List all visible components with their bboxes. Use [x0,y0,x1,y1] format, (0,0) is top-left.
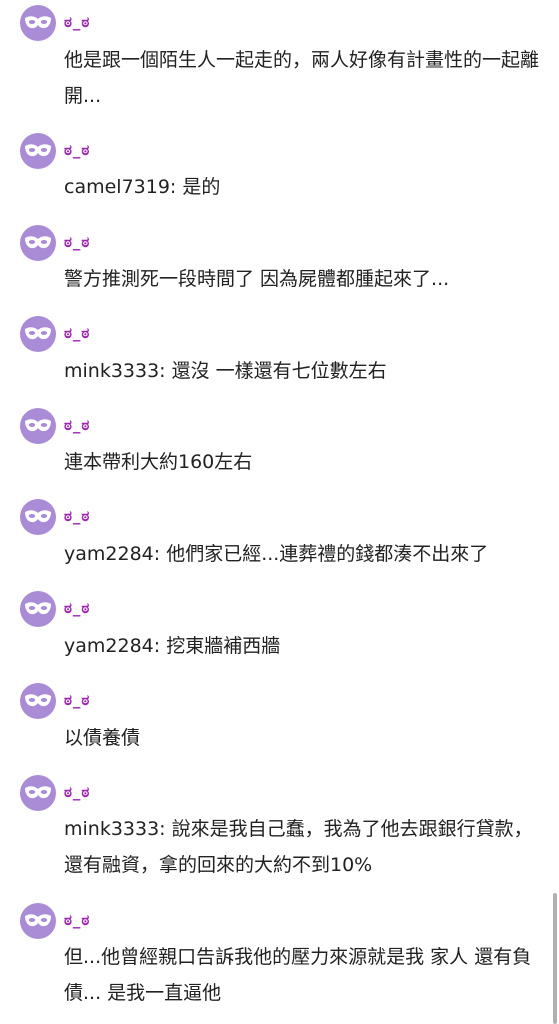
username[interactable]: ಠ_ಠ [64,910,90,930]
avatar[interactable] [20,133,56,169]
mask-icon [25,602,51,615]
username[interactable]: ಠ_ಠ [64,12,90,32]
comment-text: yam2284: 他們家已經...連葬禮的錢都湊不出來了 [64,543,489,565]
username[interactable]: ಠ_ಠ [64,598,90,618]
comment-text: 但...他曾經親口告訴我他的壓力來源就是我 家人 還有負債... 是我一直逼他 [64,946,532,1004]
avatar[interactable] [20,591,56,627]
username[interactable]: ಠ_ಠ [64,232,90,252]
comment-text: 警方推測死一段時間了 因為屍體都腫起來了... [64,268,450,290]
mask-icon [25,236,51,249]
avatar[interactable] [20,903,56,939]
username[interactable]: ಠ_ಠ [64,506,90,526]
comment-text: mink3333: 還沒 一樣還有七位數左右 [64,360,387,382]
avatar[interactable] [20,683,56,719]
mask-icon [25,16,51,29]
avatar[interactable] [20,775,56,811]
username[interactable]: ಠ_ಠ [64,782,90,802]
avatar[interactable] [20,5,56,41]
username[interactable]: ಠ_ಠ [64,415,90,435]
comment-text: camel7319: 是的 [64,176,221,198]
avatar[interactable] [20,408,56,444]
scrollbar[interactable] [553,893,557,1024]
avatar[interactable] [20,225,56,261]
comment-text: yam2284: 挖東牆補西牆 [64,635,281,657]
mask-icon [25,786,51,799]
mask-icon [25,914,51,927]
comment-text: mink3333: 說來是我自己蠢，我為了他去跟銀行貸款，還有融資，拿的回來的大… [64,818,533,876]
comment-text: 以債養債 [64,727,141,749]
mask-icon [25,419,51,432]
mask-icon [25,144,51,157]
avatar[interactable] [20,316,56,352]
username[interactable]: ಠ_ಠ [64,690,90,710]
comment-text: 連本帶利大約160左右 [64,451,253,473]
username[interactable]: ಠ_ಠ [64,323,90,343]
username[interactable]: ಠ_ಠ [64,140,90,160]
mask-icon [25,327,51,340]
mask-icon [25,694,51,707]
avatar[interactable] [20,499,56,535]
mask-icon [25,510,51,523]
comment-text: 他是跟一個陌生人一起走的，兩人好像有計畫性的一起離開... [64,49,540,107]
